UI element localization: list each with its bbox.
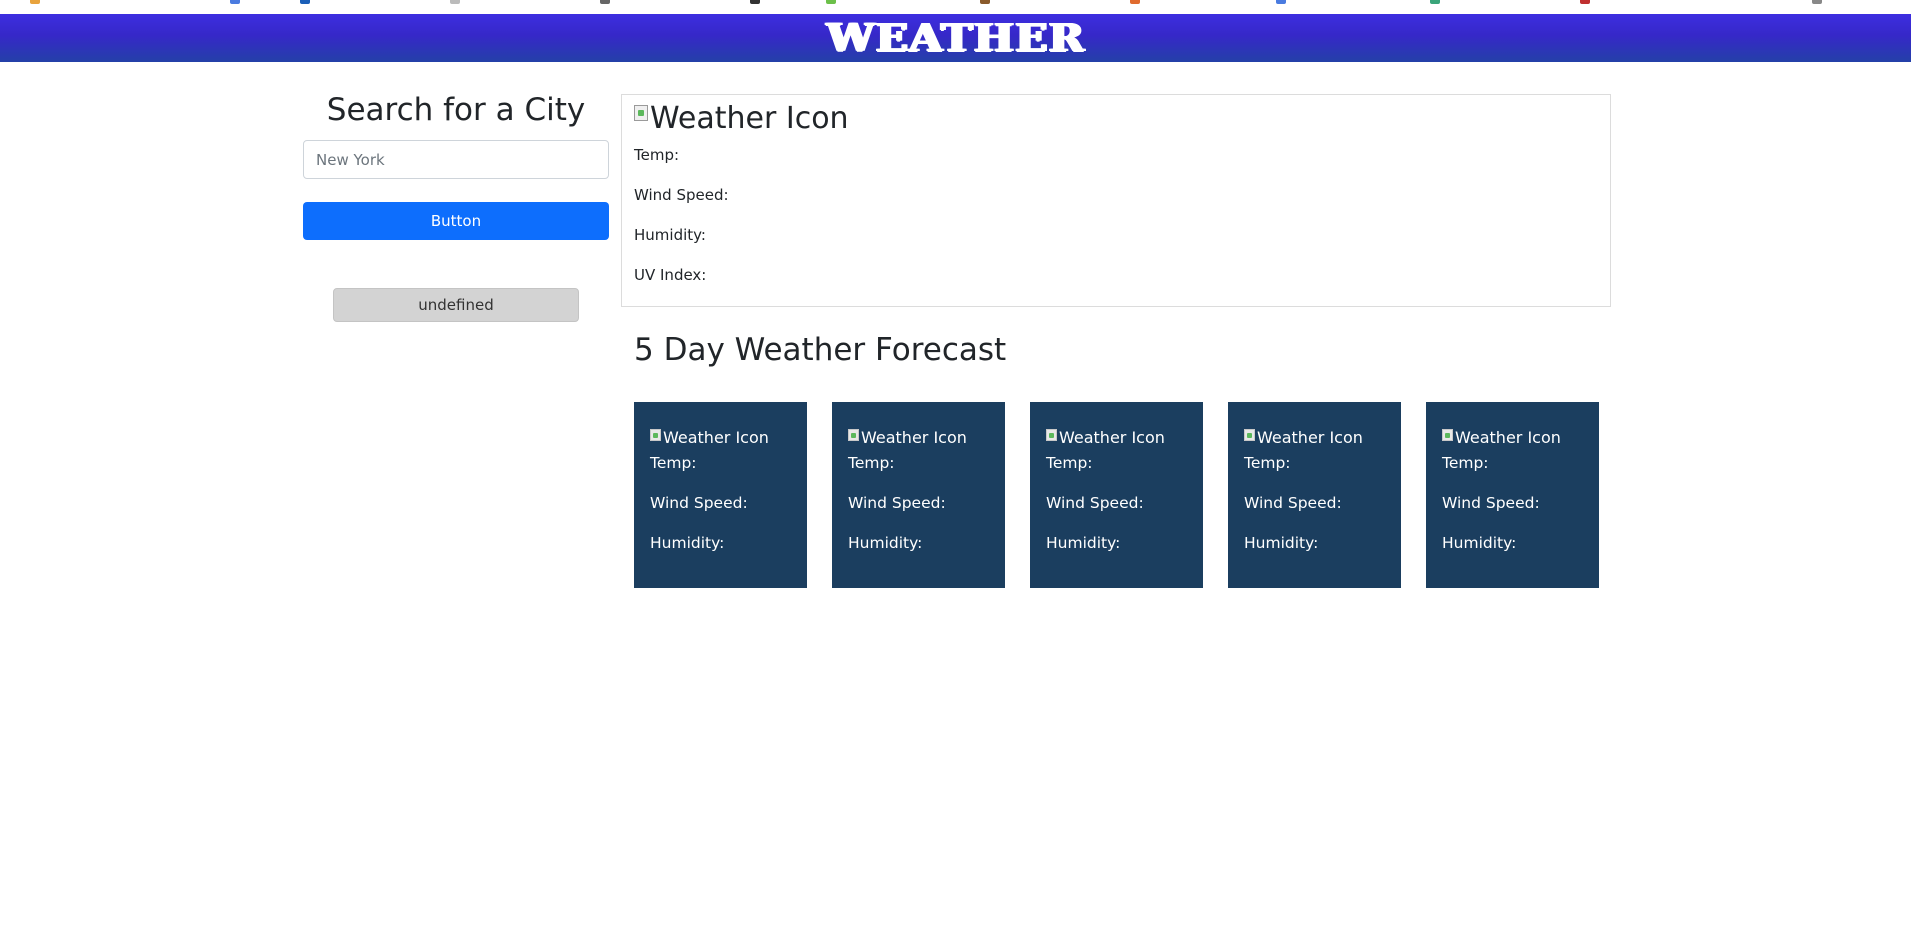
bookmark-favicon[interactable] xyxy=(1812,0,1822,4)
forecast-wind-label: Wind Speed: xyxy=(1442,494,1540,512)
broken-image-icon xyxy=(1442,429,1453,441)
search-history-button[interactable]: undefined xyxy=(333,288,579,322)
bookmark-favicon[interactable] xyxy=(230,0,240,4)
forecast-temp-label: Temp: xyxy=(1442,454,1489,472)
weather-icon-alt-text: Weather Icon xyxy=(650,101,849,136)
site-header: WEATHER xyxy=(0,14,1911,62)
forecast-weather-icon: Weather Icon xyxy=(1046,428,1165,447)
forecast-wind-label: Wind Speed: xyxy=(1046,494,1144,512)
forecast-weather-icon: Weather Icon xyxy=(650,428,769,447)
bookmark-favicon[interactable] xyxy=(1276,0,1286,4)
search-button[interactable]: Button xyxy=(303,202,609,240)
city-search-input[interactable] xyxy=(303,140,609,179)
bookmark-favicon[interactable] xyxy=(750,0,760,4)
bookmark-favicon[interactable] xyxy=(980,0,990,4)
current-uv-label: UV Index: xyxy=(634,266,707,284)
weather-icon-alt-text: Weather Icon xyxy=(1059,428,1165,447)
weather-icon-alt-text: Weather Icon xyxy=(1455,428,1561,447)
bookmark-favicon[interactable] xyxy=(1130,0,1140,4)
weather-icon-alt-text: Weather Icon xyxy=(861,428,967,447)
forecast-humidity-label: Humidity: xyxy=(1244,534,1319,552)
forecast-title: 5 Day Weather Forecast xyxy=(634,332,1007,368)
forecast-temp-label: Temp: xyxy=(1244,454,1291,472)
forecast-weather-icon: Weather Icon xyxy=(1244,428,1363,447)
forecast-humidity-label: Humidity: xyxy=(650,534,725,552)
weather-icon-alt-text: Weather Icon xyxy=(1257,428,1363,447)
bookmark-favicon[interactable] xyxy=(450,0,460,4)
weather-icon-alt-text: Weather Icon xyxy=(663,428,769,447)
forecast-card: Weather Icon Temp: Wind Speed: Humidity: xyxy=(832,402,1005,588)
forecast-wind-label: Wind Speed: xyxy=(848,494,946,512)
bookmark-favicon[interactable] xyxy=(1430,0,1440,4)
forecast-temp-label: Temp: xyxy=(1046,454,1093,472)
forecast-weather-icon: Weather Icon xyxy=(1442,428,1561,447)
current-weather-icon: Weather Icon xyxy=(634,101,849,136)
bookmark-favicon[interactable] xyxy=(30,0,40,4)
search-title: Search for a City xyxy=(326,92,586,128)
forecast-humidity-label: Humidity: xyxy=(848,534,923,552)
bookmark-favicon[interactable] xyxy=(600,0,610,4)
bookmark-favicon[interactable] xyxy=(300,0,310,4)
current-temp-label: Temp: xyxy=(634,146,680,164)
site-title: WEATHER xyxy=(826,15,1085,60)
forecast-card: Weather Icon Temp: Wind Speed: Humidity: xyxy=(1426,402,1599,588)
bookmark-favicon[interactable] xyxy=(1580,0,1590,4)
forecast-wind-label: Wind Speed: xyxy=(650,494,748,512)
broken-image-icon xyxy=(650,429,661,441)
broken-image-icon xyxy=(848,429,859,441)
forecast-humidity-label: Humidity: xyxy=(1046,534,1121,552)
bookmarks-bar xyxy=(0,0,1911,14)
forecast-temp-label: Temp: xyxy=(650,454,697,472)
broken-image-icon xyxy=(634,105,648,121)
forecast-card: Weather Icon Temp: Wind Speed: Humidity: xyxy=(1228,402,1401,588)
forecast-card: Weather Icon Temp: Wind Speed: Humidity: xyxy=(1030,402,1203,588)
broken-image-icon xyxy=(1046,429,1057,441)
forecast-wind-label: Wind Speed: xyxy=(1244,494,1342,512)
broken-image-icon xyxy=(1244,429,1255,441)
current-wind-label: Wind Speed: xyxy=(634,186,729,204)
current-humidity-label: Humidity: xyxy=(634,226,706,244)
forecast-humidity-label: Humidity: xyxy=(1442,534,1517,552)
bookmark-favicon[interactable] xyxy=(826,0,836,4)
current-weather-card: Weather Icon Temp: Wind Speed: Humidity:… xyxy=(621,94,1611,307)
forecast-weather-icon: Weather Icon xyxy=(848,428,967,447)
forecast-card: Weather Icon Temp: Wind Speed: Humidity: xyxy=(634,402,807,588)
forecast-temp-label: Temp: xyxy=(848,454,895,472)
